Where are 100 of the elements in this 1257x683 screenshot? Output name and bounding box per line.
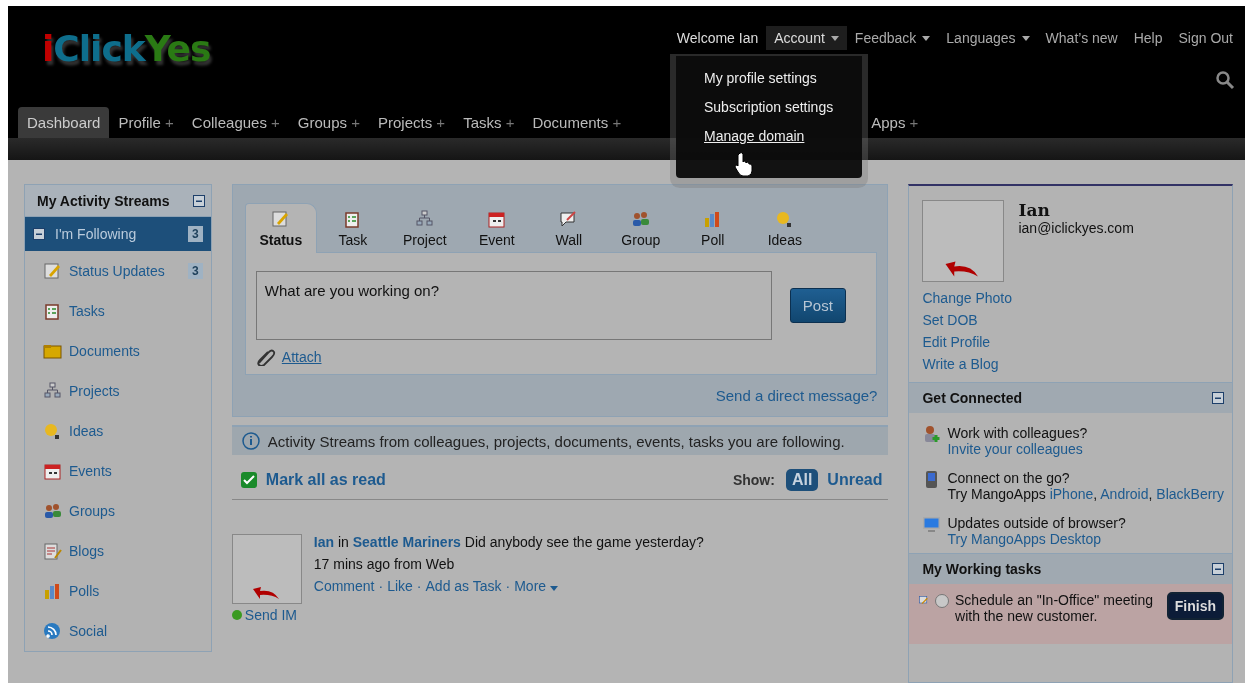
post-time: 17 mins ago from Web xyxy=(313,556,456,572)
prompt-text: Connect on the go? xyxy=(947,470,1071,486)
menu-item[interactable]: Subscription settings xyxy=(704,99,862,115)
author-link[interactable]: Ian xyxy=(313,534,335,550)
finish-button[interactable]: Finish xyxy=(1166,592,1224,620)
document-pencil-icon xyxy=(43,541,62,561)
post-action-link[interactable]: Like xyxy=(387,578,413,594)
app-link[interactable]: Invite your colleagues xyxy=(947,441,1083,457)
nav-tab[interactable]: Projects + xyxy=(369,107,455,138)
separator-text: , xyxy=(1148,486,1154,502)
collapse-icon[interactable] xyxy=(1212,392,1224,404)
nav-tab[interactable]: Dashboard xyxy=(18,107,110,138)
profile-name: Ian xyxy=(1018,200,1051,220)
post-button[interactable]: Post xyxy=(789,288,846,323)
group-link[interactable]: Seattle Mariners xyxy=(352,534,461,550)
calendar-icon xyxy=(487,210,507,229)
nav-tab[interactable]: Apps + xyxy=(862,107,928,138)
sidebar-link[interactable]: Tasks xyxy=(69,303,105,319)
post-text: in xyxy=(337,534,349,550)
composer-tab[interactable]: Event xyxy=(460,203,533,253)
profile-email: ian@iclickyes.com xyxy=(1018,220,1134,236)
header-link[interactable]: What’s new xyxy=(1037,26,1126,50)
composer-tab[interactable]: Task xyxy=(316,203,389,253)
nav-tab[interactable]: Colleagues + xyxy=(182,107,289,138)
post-action-link[interactable]: Add as Task xyxy=(425,578,502,594)
header-link[interactable]: Sign Out xyxy=(1170,26,1241,50)
sidebar-link[interactable]: Documents xyxy=(69,343,140,359)
task-text: Schedule an "In-Office" meeting with the new customer. xyxy=(955,592,1155,624)
checkmark-icon xyxy=(239,471,258,489)
header-link[interactable]: Help xyxy=(1125,26,1171,50)
welcome-text: Welcome Ian xyxy=(675,29,760,48)
sidebar-link[interactable]: Projects xyxy=(69,383,120,399)
search-icon[interactable] xyxy=(1215,70,1235,90)
section-title: Get Connected xyxy=(922,390,1023,406)
logo[interactable]: iClickYes xyxy=(42,28,211,69)
nav-tab[interactable]: Profile + xyxy=(109,107,183,138)
profile-link[interactable]: Write a Blog xyxy=(922,356,1219,372)
prompt-text: Try MangoApps xyxy=(947,486,1047,502)
collapse-icon[interactable] xyxy=(192,195,205,207)
profile-link[interactable]: Change Photo xyxy=(922,290,1219,306)
composer-tab[interactable]: Status xyxy=(244,203,317,253)
separator-text: , xyxy=(1093,486,1099,502)
app-link[interactable]: iPhone xyxy=(1049,486,1094,502)
profile-link[interactable]: Edit Profile xyxy=(922,334,1219,350)
profile-link[interactable]: Set DOB xyxy=(922,312,1219,328)
prompt-text: Work with colleagues? xyxy=(947,425,1088,441)
task-radio[interactable] xyxy=(935,594,949,608)
send-im-link[interactable]: Send IM xyxy=(244,607,297,623)
composer-tab[interactable]: Wall xyxy=(532,203,605,253)
hierarchy-icon xyxy=(43,381,62,401)
mark-all-read-link[interactable]: Mark all as read xyxy=(265,471,386,489)
count-badge: 3 xyxy=(188,263,203,279)
pencil-note-icon xyxy=(271,210,291,229)
paperclip-icon xyxy=(255,348,276,366)
post-text: Did anybody see the game yesterday? xyxy=(464,534,704,550)
sidebar-link[interactable]: Social xyxy=(69,623,108,639)
post-action-link[interactable]: More xyxy=(514,578,547,594)
sidebar-link[interactable]: Polls xyxy=(69,583,100,599)
collapse-icon[interactable] xyxy=(33,228,45,240)
person-plus-icon xyxy=(922,425,942,444)
sidebar-link[interactable]: Status Updates xyxy=(69,263,165,279)
app-link[interactable]: BlackBerry xyxy=(1156,486,1224,502)
menu-item[interactable]: My profile settings xyxy=(704,70,862,86)
people-icon xyxy=(43,501,62,521)
nav-tab[interactable]: Groups + xyxy=(288,107,369,138)
separator-dot: · xyxy=(416,578,422,594)
post-action-link[interactable]: Comment xyxy=(313,578,375,594)
sidebar-link[interactable]: Blogs xyxy=(69,543,105,559)
menu-link[interactable]: Languages xyxy=(938,26,1038,50)
composer-tab[interactable]: Poll xyxy=(676,203,749,253)
nav-tab[interactable]: Tasks + xyxy=(454,107,524,138)
menu-link[interactable]: Feedback xyxy=(846,26,939,50)
info-text: Activity Streams from colleagues, projects, documents, events, tasks you are following. xyxy=(267,432,845,450)
calendar-icon xyxy=(43,461,62,481)
filter-tab[interactable]: Unread xyxy=(821,469,889,491)
composer-tab[interactable]: Ideas xyxy=(748,203,821,253)
speech-bubble-icon xyxy=(559,210,579,229)
composer-tab[interactable]: Group xyxy=(604,203,677,253)
app-link[interactable]: Android xyxy=(1100,486,1149,502)
app-link[interactable]: Try MangoApps Desktop xyxy=(947,531,1101,547)
nav-tab[interactable]: Documents + xyxy=(523,107,631,138)
menu-item[interactable]: Manage domain xyxy=(704,128,862,144)
filter-tab[interactable]: All xyxy=(785,469,819,491)
caret-icon xyxy=(550,586,559,591)
clipboard-icon xyxy=(43,301,62,321)
sidebar-link[interactable]: Events xyxy=(69,463,112,479)
menu-link[interactable]: Account xyxy=(766,26,847,50)
status-input[interactable]: What are you working on? xyxy=(255,271,772,340)
rss-icon xyxy=(43,621,62,641)
attach-link[interactable]: Attach xyxy=(281,349,322,365)
sidebar-item[interactable]: I'm Following 3 xyxy=(25,217,211,251)
sidebar-title: My Activity Streams xyxy=(37,193,170,209)
lightbulb-icon xyxy=(43,421,62,441)
show-label: Show: xyxy=(732,472,775,488)
section-title: My Working tasks xyxy=(922,561,1042,577)
direct-message-link[interactable]: Send a direct message? xyxy=(244,387,878,404)
sidebar-link[interactable]: Ideas xyxy=(69,423,104,439)
composer-tab[interactable]: Project xyxy=(388,203,461,253)
collapse-icon[interactable] xyxy=(1212,563,1224,575)
sidebar-link[interactable]: Groups xyxy=(69,503,115,519)
